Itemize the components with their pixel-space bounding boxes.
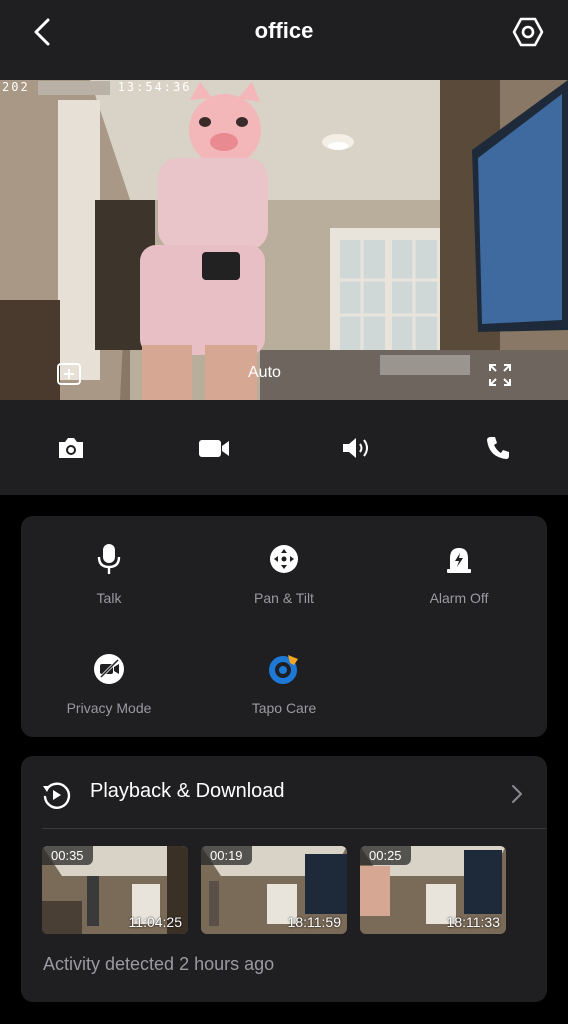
playback-header[interactable]: Playback & Download — [21, 756, 547, 828]
clip-time: 18:11:33 — [446, 914, 500, 930]
osd-time: 13:54:36 — [117, 80, 192, 94]
top-bar: office — [0, 0, 568, 80]
speaker-icon — [343, 438, 368, 458]
phone-icon — [487, 437, 509, 459]
clip-time: 18:11:59 — [287, 914, 341, 930]
clip-duration: 00:19 — [201, 846, 252, 865]
clip-time: 11:04:25 — [128, 914, 182, 930]
privacy-mode-button[interactable]: Privacy Mode — [29, 652, 189, 716]
playback-title: Playback & Download — [90, 780, 285, 802]
quality-selector[interactable]: Auto — [248, 364, 281, 382]
call-button[interactable] — [478, 428, 518, 468]
snapshot-button[interactable] — [51, 428, 91, 468]
live-controls-bar — [0, 400, 568, 495]
live-camera-view[interactable]: 202 13:54:36 Auto — [0, 80, 568, 400]
privacy-camera-off-icon — [92, 652, 126, 686]
recording-clip[interactable]: 00:19 18:11:59 — [201, 846, 347, 934]
pan-tilt-button[interactable]: Pan & Tilt — [204, 542, 364, 606]
recording-clip[interactable]: 00:25 18:11:33 — [360, 846, 506, 934]
redacted-date — [37, 80, 110, 95]
osd-date: 202 — [2, 80, 30, 94]
alarm-icon — [442, 542, 476, 576]
camera-feed-image — [0, 80, 568, 400]
playback-panel: Playback & Download 00:35 11:04:25 00:19… — [21, 756, 547, 1002]
gear-icon — [512, 17, 544, 47]
recording-clip[interactable]: 00:35 11:04:25 — [42, 846, 188, 934]
camera-icon — [59, 438, 83, 458]
privacy-mode-label: Privacy Mode — [66, 700, 152, 716]
alarm-button[interactable]: Alarm Off — [379, 542, 539, 606]
activity-status: Activity detected 2 hours ago — [43, 954, 275, 974]
multi-view-button[interactable] — [56, 362, 82, 386]
fullscreen-button[interactable] — [487, 362, 513, 388]
pan-tilt-label: Pan & Tilt — [254, 590, 314, 606]
add-view-icon — [57, 363, 81, 385]
settings-button[interactable] — [510, 14, 546, 50]
timestamp-overlay: 202 13:54:36 — [2, 80, 191, 95]
record-button[interactable] — [194, 428, 234, 468]
features-panel: Talk Pan & Tilt Alarm Off Privacy Mode T… — [21, 516, 547, 737]
tapo-care-icon — [267, 652, 301, 686]
tapo-care-button[interactable]: Tapo Care — [204, 652, 364, 716]
chevron-right-icon — [512, 785, 522, 803]
clip-duration: 00:35 — [42, 846, 93, 865]
talk-button[interactable]: Talk — [29, 542, 189, 606]
speaker-button[interactable] — [336, 428, 376, 468]
fullscreen-icon — [489, 364, 511, 386]
tapo-care-label: Tapo Care — [251, 700, 317, 716]
playback-history-icon — [43, 782, 71, 809]
clip-duration: 00:25 — [360, 846, 411, 865]
page-title: office — [254, 18, 314, 43]
alarm-label: Alarm Off — [429, 590, 489, 606]
talk-label: Talk — [96, 590, 122, 606]
pan-tilt-icon — [267, 542, 301, 576]
video-camera-icon — [199, 440, 229, 457]
divider — [42, 828, 547, 829]
microphone-icon — [92, 542, 126, 576]
